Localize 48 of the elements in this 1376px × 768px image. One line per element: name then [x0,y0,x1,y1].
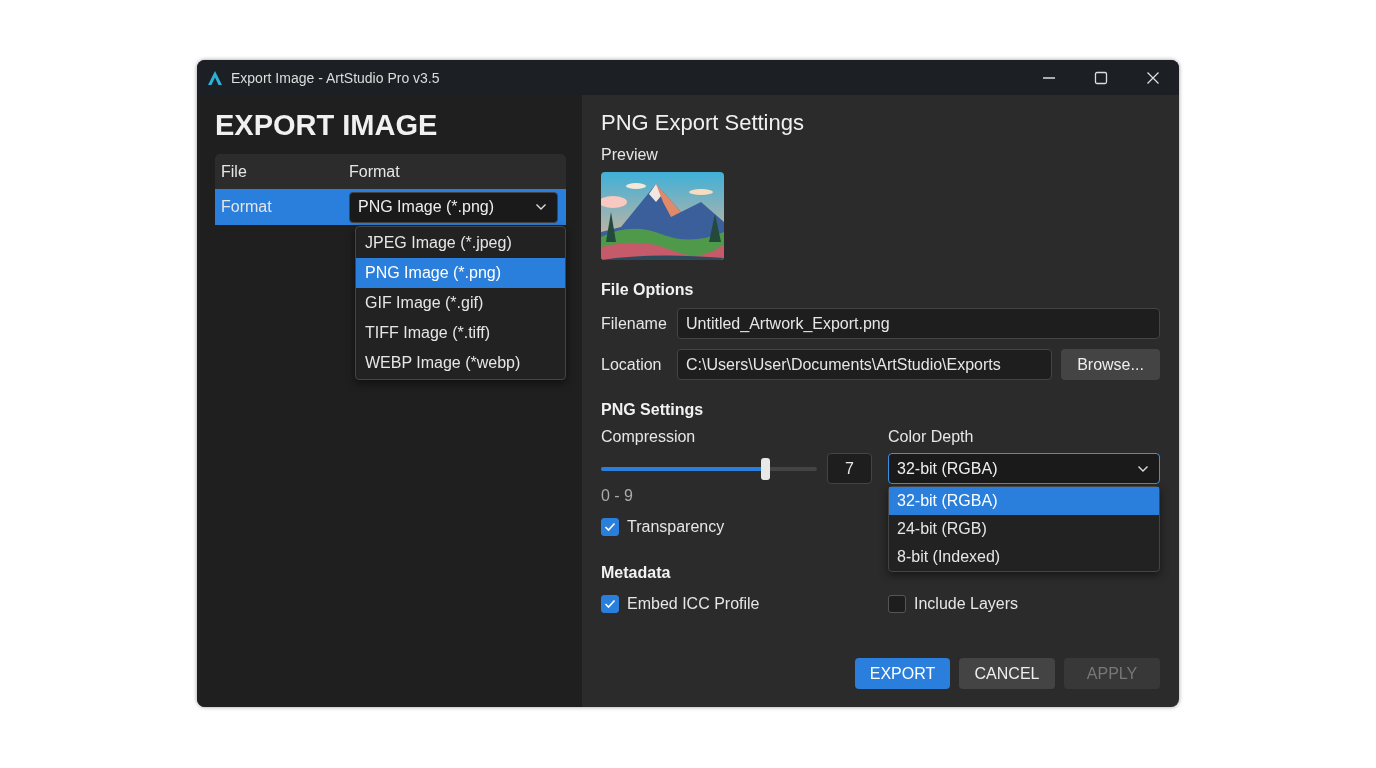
preview-label: Preview [601,145,659,165]
check-icon [604,599,616,609]
field-label: Filename [601,314,668,333]
menu-item[interactable]: GIF Image (*.gif) [356,288,565,318]
format-dropdown[interactable]: PNG Image (*.png) [349,191,558,223]
section-heading: File Options [601,280,695,300]
menu-item[interactable]: WEBP Image (*webp) [356,348,565,378]
column-header: File [220,162,248,181]
color-depth-dropdown[interactable]: 32-bit (RGBA) [888,453,1160,484]
column-header: Format [349,162,401,181]
row-label: Format [220,198,273,216]
table-row[interactable]: Format PNG Image (*.png) [215,189,566,225]
app-logo-icon [207,69,223,86]
checkbox-label: Include Layers [914,595,1019,613]
checkbox[interactable] [601,518,619,536]
menu-item[interactable]: 24-bit (RGB) [889,515,1159,543]
chevron-icon [1137,464,1149,473]
menu-item[interactable]: PNG Image (*.png) [356,258,565,288]
browse-button[interactable]: Browse... [1061,349,1160,380]
checkbox[interactable] [888,595,906,613]
location-field[interactable]: C:\Users\User\Documents\ArtStudio\Exports [677,349,1052,380]
dialog-button[interactable]: CANCEL [959,658,1055,689]
compression-slider[interactable] [601,457,817,480]
value-field[interactable]: 7 [827,453,872,484]
menu-item[interactable]: JPEG Image (*.jpeg) [356,228,565,258]
range-label: 0 - 9 [601,486,634,506]
section-heading: Metadata [601,563,672,583]
field-label: Location [601,355,663,374]
menu-item[interactable]: 32-bit (RGBA) [889,487,1159,515]
filename-field[interactable]: Untitled_Artwork_Export.png [677,308,1160,339]
dialog-button[interactable]: EXPORT [855,658,950,689]
menu-item[interactable]: TIFF Image (*.tiff) [356,318,565,348]
window-title: Export Image - ArtStudio Pro v3.5 [231,69,440,86]
checkbox-label: Transparency [627,518,725,536]
close-icon [1146,70,1160,85]
menu-item[interactable]: 8-bit (Indexed) [889,543,1159,571]
checkbox-label: Embed ICC Profile [627,595,760,613]
section-heading: PNG Settings [601,400,705,420]
color-depth-label: Color Depth [888,427,975,447]
page-heading: EXPORT IMAGE [215,108,439,143]
slider-thumb[interactable] [761,457,771,480]
compression-label: Compression [601,427,697,447]
chevron-icon [535,203,547,211]
minimize-icon [1043,76,1055,79]
panel-heading: PNG Export Settings [601,109,805,137]
checkbox[interactable] [601,595,619,613]
check-icon [604,522,616,532]
maximize-icon [1094,70,1108,85]
